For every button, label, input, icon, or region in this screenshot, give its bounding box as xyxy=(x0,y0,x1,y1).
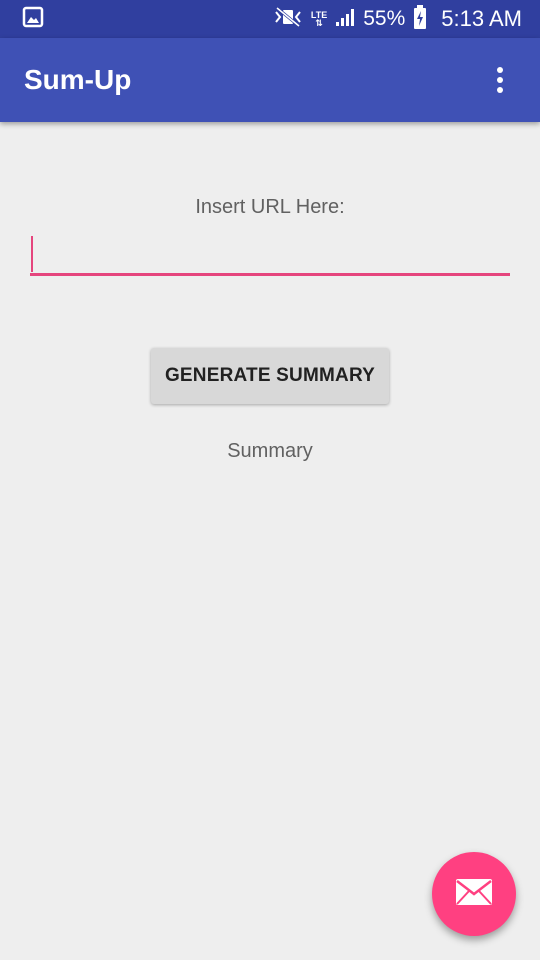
battery-percentage: 55% xyxy=(363,7,406,30)
status-time: 5:13 AM xyxy=(441,6,522,31)
summary-text: Summary xyxy=(227,440,313,462)
mute-vibrate-icon xyxy=(273,6,303,33)
app-bar: Sum-Up xyxy=(0,38,540,122)
more-vert-icon[interactable] xyxy=(484,56,516,104)
generate-summary-button[interactable]: GENERATE SUMMARY xyxy=(151,348,389,404)
url-input[interactable] xyxy=(30,232,510,276)
main-content: Insert URL Here: GENERATE SUMMARY Summar… xyxy=(0,122,540,960)
app-title: Sum-Up xyxy=(24,64,132,95)
email-fab-button[interactable] xyxy=(432,852,516,936)
lte-icon: LTE ⇅ xyxy=(311,11,327,28)
text-cursor xyxy=(31,236,33,272)
gallery-icon xyxy=(22,6,44,33)
battery-charging-icon xyxy=(413,4,427,34)
status-bar: LTE ⇅ 55% 5:13 AM xyxy=(0,0,540,38)
signal-icon xyxy=(335,7,355,32)
email-icon xyxy=(455,878,493,911)
url-label: Insert URL Here: xyxy=(195,196,345,218)
data-arrows-icon: ⇅ xyxy=(315,18,323,28)
